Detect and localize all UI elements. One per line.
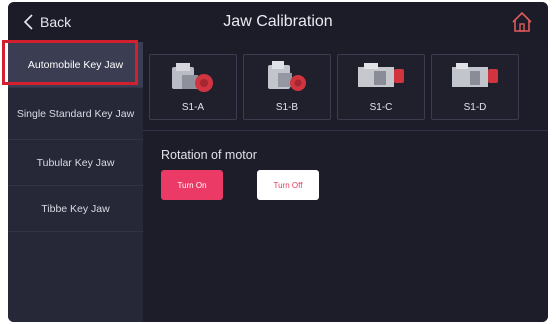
jaw-label: S1-D — [463, 102, 487, 113]
jaw-option-s1-c[interactable]: S1-C — [337, 54, 425, 120]
turn-on-button[interactable]: Turn On — [161, 170, 223, 200]
jaw-label: S1-B — [275, 102, 299, 113]
jaw-option-s1-a[interactable]: S1-A — [149, 54, 237, 120]
sidebar-item-single-standard-key-jaw[interactable]: Single Standard Key Jaw — [8, 88, 143, 140]
sidebar-item-label: Tubular Key Jaw — [36, 156, 115, 169]
section-divider — [143, 130, 548, 131]
device-screen: Back Jaw Calibration Automobile Key Jaw … — [8, 2, 548, 322]
motor-rotation-label: Rotation of motor — [161, 148, 257, 162]
jaw-clamp-icon — [172, 63, 213, 92]
sidebar: Automobile Key Jaw Single Standard Key J… — [8, 42, 143, 322]
main-panel: S1-A S1-B S1-C S1-D Rotation of motor Tu… — [143, 42, 548, 322]
turn-off-button[interactable]: Turn Off — [257, 170, 319, 200]
jaw-selector: S1-A S1-B S1-C S1-D — [149, 54, 519, 120]
jaw-option-s1-d[interactable]: S1-D — [431, 54, 519, 120]
sidebar-item-label: Automobile Key Jaw — [27, 58, 124, 71]
jaw-label: S1-C — [369, 102, 393, 113]
sidebar-item-automobile-key-jaw[interactable]: Automobile Key Jaw — [8, 42, 143, 88]
jaw-clamp-icon — [358, 63, 404, 87]
page-title: Jaw Calibration — [223, 13, 333, 30]
home-icon[interactable] — [510, 10, 534, 34]
jaw-option-s1-b[interactable]: S1-B — [243, 54, 331, 120]
sidebar-item-tibbe-key-jaw[interactable]: Tibbe Key Jaw — [8, 186, 143, 232]
sidebar-item-label: Single Standard Key Jaw — [16, 107, 135, 120]
jaw-clamp-icon — [452, 63, 498, 87]
header-bar: Back Jaw Calibration — [8, 2, 548, 43]
jaw-label: S1-A — [181, 102, 205, 113]
sidebar-item-label: Tibbe Key Jaw — [41, 202, 110, 215]
sidebar-item-tubular-key-jaw[interactable]: Tubular Key Jaw — [8, 140, 143, 186]
jaw-clamp-icon — [268, 61, 306, 91]
